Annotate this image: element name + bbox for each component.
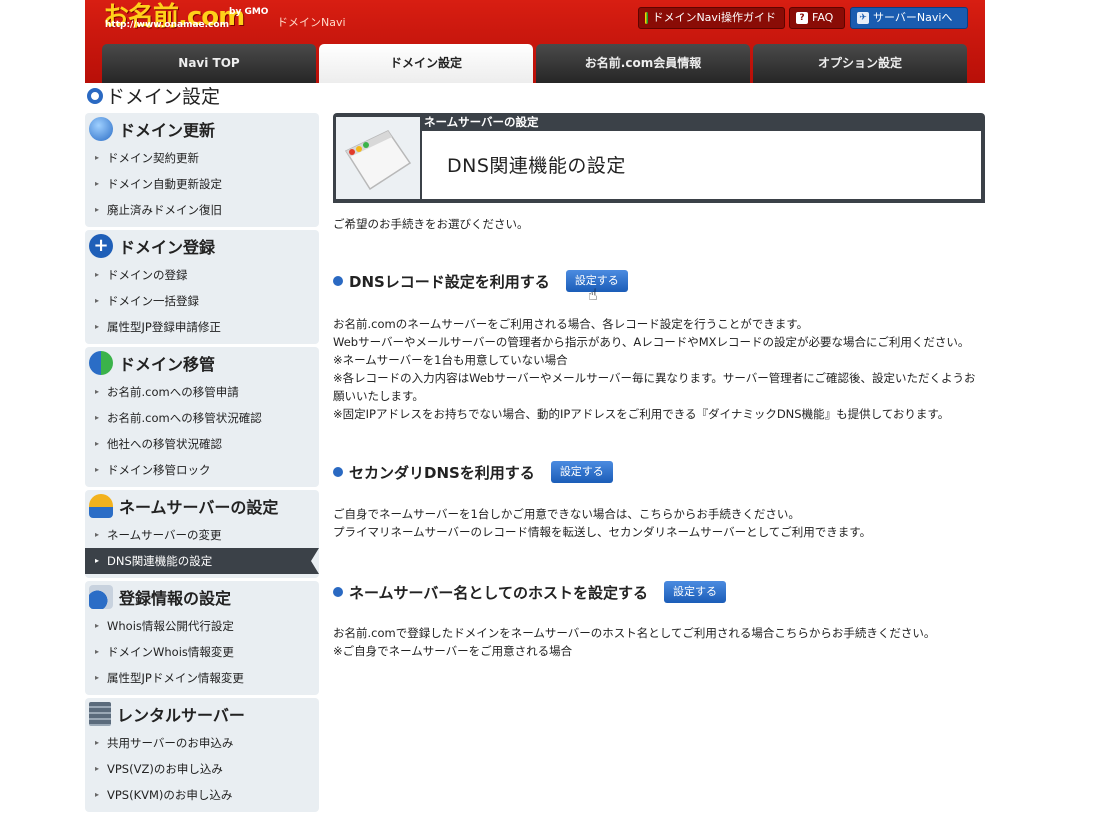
sidebar-section-whois: 登録情報の設定 Whois情報公開代行設定 ドメインWhois情報変更 属性型J… <box>85 581 319 695</box>
option-desc-dns-record: お名前.comのネームサーバーをご利用される場合、各レコード設定を行うことができ… <box>333 315 985 423</box>
sidebar-heading-label: ドメイン移管 <box>119 355 216 374</box>
question-icon: ? <box>796 12 808 24</box>
sidebar-item-nameserver-change[interactable]: ネームサーバーの変更 <box>85 522 319 548</box>
sidebar-section-nameserver: ネームサーバーの設定 ネームサーバーの変更 DNS関連機能の設定 <box>85 490 319 578</box>
option-heading-secondary-dns: セカンダリDNSを利用する 設定する <box>333 461 613 483</box>
hand-cursor-icon: ☝ <box>588 285 598 304</box>
option-title: DNSレコード設定を利用する <box>349 272 550 291</box>
sidebar-item-domain-register[interactable]: ドメインの登録 <box>85 262 319 288</box>
section-header-box: ネームサーバーの設定 DNS関連機能の設定 <box>333 113 985 203</box>
desc-line: お名前.comで登録したドメインをネームサーバーのホスト名としてご利用される場合… <box>333 626 936 640</box>
desc-line: プライマリネームサーバーのレコード情報を転送し、セカンダリネームサーバーとしてご… <box>333 525 872 539</box>
sidebar-item-transfer-status[interactable]: お名前.comへの移管状況確認 <box>85 405 319 431</box>
desc-line: ※固定IPアドレスをお持ちでない場合、動的IPアドレスをご利用できる『ダイナミッ… <box>333 407 950 421</box>
section-title: DNS関連機能の設定 <box>447 155 626 177</box>
option-heading-dns-record: DNSレコード設定を利用する 設定する ☝ <box>333 270 628 304</box>
sidebar-item-vps-kvm[interactable]: VPS(KVM)のお申し込み <box>85 782 319 808</box>
intro-text: ご希望のお手続きをお選びください。 <box>333 217 529 231</box>
bullet-icon <box>333 276 343 286</box>
main-content: ネームサーバーの設定 DNS関連機能の設定 ご希望のお手続きをお選びください。 … <box>333 113 985 658</box>
sidebar-heading-label: ドメイン更新 <box>119 121 216 140</box>
section-caption: ネームサーバーの設定 <box>424 115 539 129</box>
faq-label: FAQ <box>812 11 834 24</box>
option-title: セカンダリDNSを利用する <box>349 463 535 482</box>
sidebar-heading-registration[interactable]: + ドメイン登録 <box>85 230 319 262</box>
server-navi-button[interactable]: ✈ サーバーNaviへ <box>850 7 968 29</box>
sidebar-heading-renewal[interactable]: ドメイン更新 <box>85 113 319 145</box>
sidebar-heading-whois[interactable]: 登録情報の設定 <box>85 581 319 613</box>
tab-domain-settings[interactable]: ドメイン設定 <box>319 44 533 83</box>
navi-name: ドメインNavi <box>277 16 346 29</box>
faq-button[interactable]: ? FAQ <box>789 7 845 29</box>
bullet-icon <box>333 587 343 597</box>
users-icon <box>89 494 113 518</box>
site-header: お名前.com http://www.onamae.com by GMO ドメイ… <box>85 0 985 83</box>
section-title-panel: DNS関連機能の設定 <box>422 131 981 199</box>
desc-line: Webサーバーやメールサーバーの管理者から指示があり、AレコードやMXレコードの… <box>333 335 970 349</box>
gmo-logo: by GMO <box>229 7 269 17</box>
navi-guide-label: ドメインNavi操作ガイド <box>652 11 776 24</box>
sidebar-heading-transfer[interactable]: ドメイン移管 <box>85 347 319 379</box>
browser-window-icon <box>344 130 412 191</box>
logo-url: http://www.onamae.com <box>105 20 229 30</box>
page-title-text: ドメイン設定 <box>106 86 221 108</box>
server-navi-label: サーバーNaviへ <box>873 11 953 24</box>
main-tabs: Navi TOP ドメイン設定 お名前.com会員情報 オプション設定 <box>102 44 967 83</box>
sidebar-item-shared-server[interactable]: 共用サーバーのお申込み <box>85 730 319 756</box>
sidebar-section-rental-server: レンタルサーバー 共用サーバーのお申込み VPS(VZ)のお申し込み VPS(K… <box>85 698 319 812</box>
sidebar-item-auto-renewal[interactable]: ドメイン自動更新設定 <box>85 171 319 197</box>
secondary-dns-set-button[interactable]: 設定する <box>550 461 613 483</box>
desc-line: お名前.comのネームサーバーをご利用される場合、各レコード設定を行うことができ… <box>333 317 809 331</box>
desc-line: ※ご自身でネームサーバーをご用意される場合 <box>333 644 573 658</box>
sidebar-item-whois-change[interactable]: ドメインWhois情報変更 <box>85 639 319 665</box>
sidebar-item-transfer-lock[interactable]: ドメイン移管ロック <box>85 457 319 483</box>
onamae-logo[interactable]: お名前.com http://www.onamae.com by GMO <box>103 0 268 33</box>
sidebar-heading-label: ドメイン登録 <box>119 238 216 257</box>
server-icon <box>89 702 111 726</box>
sidebar: ドメイン更新 ドメイン契約更新 ドメイン自動更新設定 廃止済みドメイン復旧 + … <box>85 113 319 815</box>
sidebar-item-jp-modify[interactable]: 属性型JP登録申請修正 <box>85 314 319 340</box>
desc-line: ※各レコードの入力内容はWebサーバーやメールサーバー毎に異なります。サーバー管… <box>333 371 976 403</box>
sidebar-section-renewal: ドメイン更新 ドメイン契約更新 ドメイン自動更新設定 廃止済みドメイン復旧 <box>85 113 319 227</box>
window-illustration <box>336 117 420 199</box>
sidebar-section-transfer: ドメイン移管 お名前.comへの移管申請 お名前.comへの移管状況確認 他社へ… <box>85 347 319 487</box>
page-title: ドメイン設定 <box>87 82 220 109</box>
title-ring-icon <box>87 87 103 104</box>
desc-line: ※ネームサーバーを1台も用意していない場合 <box>333 353 568 367</box>
sidebar-heading-label: 登録情報の設定 <box>119 589 232 608</box>
beginner-mark-icon <box>645 12 649 24</box>
sidebar-item-transfer-request[interactable]: お名前.comへの移管申請 <box>85 379 319 405</box>
sidebar-heading-nameserver[interactable]: ネームサーバーの設定 <box>85 490 319 522</box>
server-navi-icon: ✈ <box>857 12 869 24</box>
tab-member-info[interactable]: お名前.com会員情報 <box>536 44 750 83</box>
bullet-icon <box>333 467 343 477</box>
sidebar-item-jp-info-change[interactable]: 属性型JPドメイン情報変更 <box>85 665 319 691</box>
sidebar-heading-rental-server[interactable]: レンタルサーバー <box>85 698 319 730</box>
host-set-button[interactable]: 設定する <box>663 581 726 603</box>
sidebar-item-contract-renewal[interactable]: ドメイン契約更新 <box>85 145 319 171</box>
sidebar-item-restore[interactable]: 廃止済みドメイン復旧 <box>85 197 319 223</box>
sidebar-item-vps-vz[interactable]: VPS(VZ)のお申し込み <box>85 756 319 782</box>
sidebar-item-whois-proxy[interactable]: Whois情報公開代行設定 <box>85 613 319 639</box>
sidebar-item-outbound-status[interactable]: 他社への移管状況確認 <box>85 431 319 457</box>
sidebar-heading-label: ネームサーバーの設定 <box>119 498 279 517</box>
option-desc-host: お名前.comで登録したドメインをネームサーバーのホスト名としてご利用される場合… <box>333 624 985 660</box>
sidebar-heading-label: レンタルサーバー <box>117 706 245 725</box>
tab-option-settings[interactable]: オプション設定 <box>753 44 967 83</box>
option-heading-host: ネームサーバー名としてのホストを設定する 設定する <box>333 581 726 603</box>
sidebar-item-dns-settings[interactable]: DNS関連機能の設定 <box>85 548 319 574</box>
sidebar-section-registration: + ドメイン登録 ドメインの登録 ドメイン一括登録 属性型JP登録申請修正 <box>85 230 319 344</box>
option-title: ネームサーバー名としてのホストを設定する <box>349 583 648 602</box>
renew-icon <box>89 117 113 141</box>
transfer-icon <box>89 351 113 375</box>
sidebar-item-bulk-register[interactable]: ドメイン一括登録 <box>85 288 319 314</box>
navi-guide-button[interactable]: ドメインNavi操作ガイド <box>638 7 785 29</box>
tab-navi-top[interactable]: Navi TOP <box>102 44 316 83</box>
desc-line: ご自身でネームサーバーを1台しかご用意できない場合は、こちらからお手続きください… <box>333 507 800 521</box>
document-globe-icon <box>89 585 113 609</box>
option-desc-secondary-dns: ご自身でネームサーバーを1台しかご用意できない場合は、こちらからお手続きください… <box>333 505 985 541</box>
plus-icon: + <box>89 234 113 258</box>
